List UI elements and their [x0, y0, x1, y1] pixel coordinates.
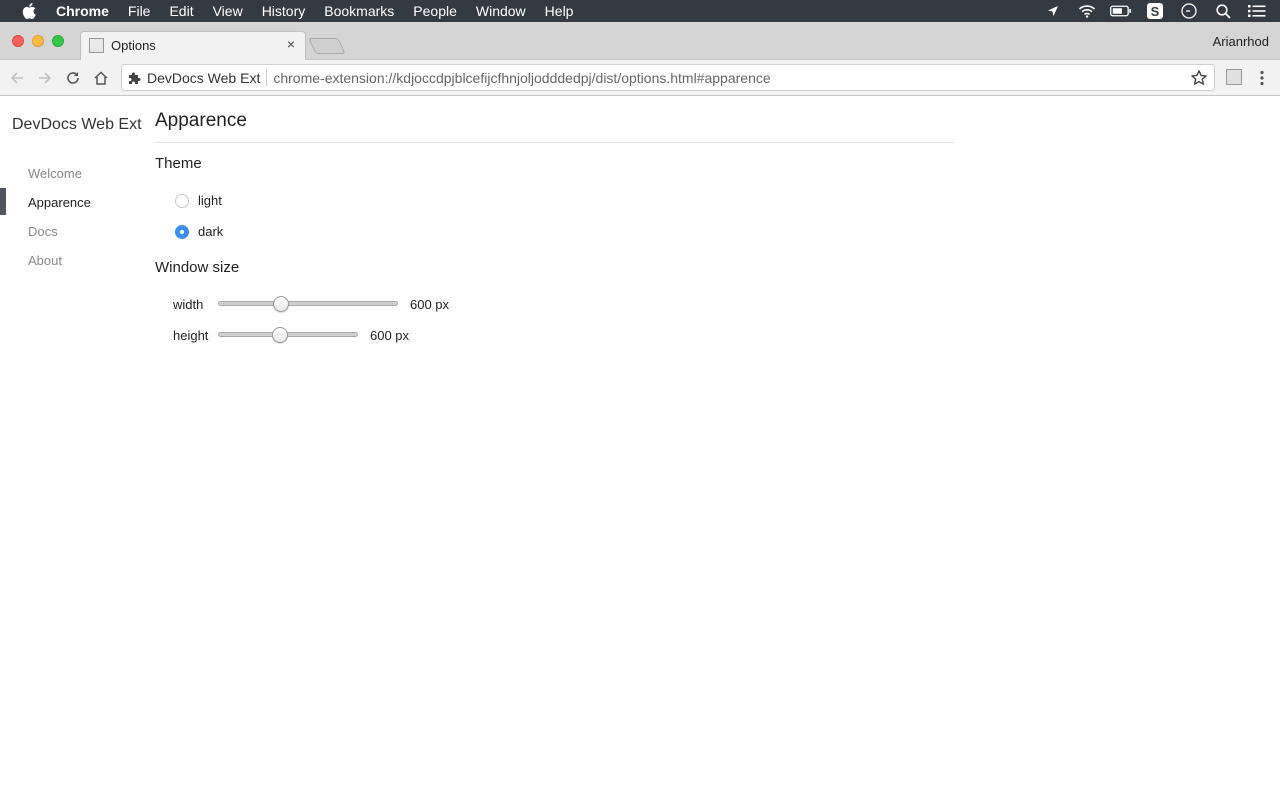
arrow-left-icon [10, 72, 23, 84]
radio-dark-label: dark [198, 224, 224, 239]
timer-icon[interactable] [1178, 2, 1200, 20]
width-value: 600 px [410, 296, 450, 312]
sidebar-item-docs[interactable]: Docs [0, 217, 140, 246]
arrow-right-icon [39, 72, 52, 84]
height-value: 600 px [370, 327, 410, 343]
macos-menubar: Chrome File Edit View History Bookmarks … [0, 0, 1280, 22]
theme-option-dark[interactable]: dark [175, 224, 223, 239]
menu-file[interactable]: File [128, 3, 151, 19]
menu-app-name[interactable]: Chrome [56, 3, 109, 19]
height-slider-track[interactable] [218, 332, 358, 337]
extension-puzzle-icon [129, 72, 141, 84]
height-slider-row: height 600 px [173, 325, 409, 345]
width-slider-thumb[interactable] [273, 296, 289, 312]
radio-dark[interactable] [175, 224, 189, 239]
theme-option-light[interactable]: light [175, 193, 222, 208]
menu-history[interactable]: History [262, 3, 306, 19]
omnibox-separator [266, 69, 268, 86]
reload-button[interactable] [62, 67, 84, 89]
radio-light-label: light [198, 193, 222, 208]
location-icon[interactable] [1042, 2, 1064, 20]
minimize-window-button[interactable] [32, 35, 44, 47]
menu-help[interactable]: Help [545, 3, 574, 19]
height-slider-thumb[interactable] [271, 327, 288, 343]
sidebar-item-welcome[interactable]: Welcome [0, 159, 140, 188]
tab-close-icon[interactable]: × [283, 36, 299, 54]
window-controls [12, 35, 64, 47]
chrome-menu-icon[interactable] [1254, 67, 1270, 89]
forward-button[interactable] [34, 67, 56, 89]
wifi-icon[interactable] [1076, 2, 1098, 20]
reload-icon [67, 72, 79, 84]
omnibox-origin-label: DevDocs Web Ext [147, 69, 261, 86]
bookmark-star-icon[interactable] [1190, 69, 1208, 87]
tab-options[interactable]: Options × [80, 31, 306, 60]
extension-action-icon[interactable] [1226, 69, 1242, 85]
spotlight-search-icon[interactable] [1212, 2, 1234, 20]
close-window-button[interactable] [12, 35, 24, 47]
battery-icon[interactable] [1110, 2, 1132, 20]
home-icon [94, 71, 108, 85]
theme-heading: Theme [155, 155, 202, 172]
omnibox-url[interactable]: chrome-extension://kdjoccdpjblcefijcfhnj… [273, 70, 770, 86]
notification-center-icon[interactable] [1246, 2, 1268, 20]
apple-menu-icon[interactable] [20, 2, 38, 20]
sidebar-brand: DevDocs Web Ext [12, 116, 142, 133]
title-divider [155, 142, 955, 143]
zoom-window-button[interactable] [52, 35, 64, 47]
options-page: DevDocs Web Ext Welcome Apparence Docs A… [0, 97, 1280, 800]
home-button[interactable] [90, 67, 112, 89]
browser-toolbar: DevDocs Web Ext chrome-extension://kdjoc… [0, 60, 1280, 96]
menu-view[interactable]: View [213, 3, 243, 19]
tab-strip: Options × Arianrhod [0, 22, 1280, 60]
svg-text:S: S [1151, 4, 1160, 19]
width-label: width [173, 296, 204, 312]
window-size-heading: Window size [155, 259, 240, 276]
menu-people[interactable]: People [413, 3, 457, 19]
sidebar-nav: Welcome Apparence Docs About [0, 159, 140, 275]
profile-name[interactable]: Arianrhod [1213, 34, 1269, 49]
tab-favicon-icon [89, 38, 104, 53]
width-slider-track[interactable] [218, 301, 398, 306]
menubar-status-area: S [1042, 0, 1280, 22]
page-title: Apparence [155, 110, 247, 131]
new-tab-button[interactable] [308, 38, 346, 54]
menu-edit[interactable]: Edit [169, 3, 193, 19]
width-slider[interactable] [218, 294, 398, 314]
sidebar-item-apparence[interactable]: Apparence [0, 188, 140, 217]
height-label: height [173, 327, 209, 343]
address-bar[interactable]: DevDocs Web Ext chrome-extension://kdjoc… [121, 64, 1215, 91]
radio-light[interactable] [175, 193, 189, 208]
sidebar-item-about[interactable]: About [0, 246, 140, 275]
height-slider[interactable] [218, 325, 358, 345]
menu-bookmarks[interactable]: Bookmarks [324, 3, 394, 19]
s-app-icon[interactable]: S [1144, 2, 1166, 20]
width-slider-row: width 600 px [173, 294, 449, 314]
menu-window[interactable]: Window [476, 3, 526, 19]
tab-title: Options [111, 38, 156, 53]
back-button[interactable] [6, 67, 28, 89]
